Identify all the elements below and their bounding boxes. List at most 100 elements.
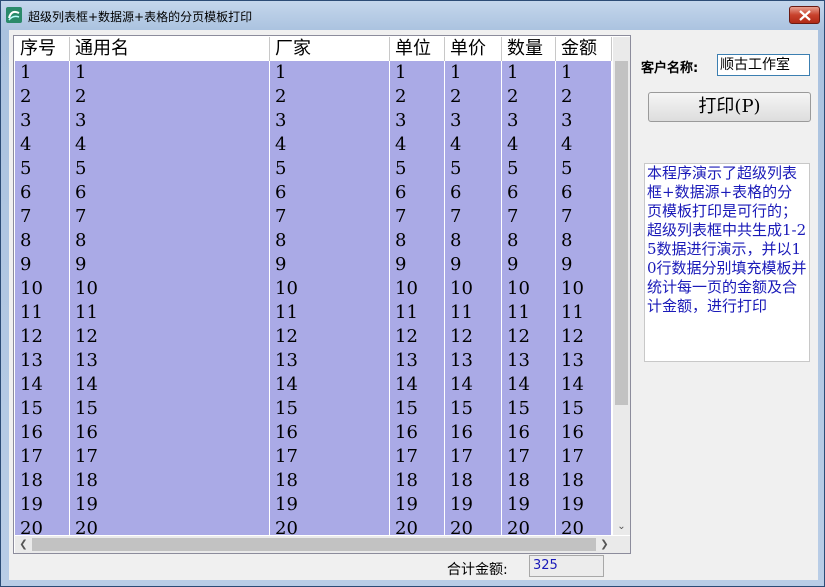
table-cell: 15 xyxy=(70,397,270,421)
table-cell: 4 xyxy=(556,133,612,157)
table-cell: 8 xyxy=(445,229,502,253)
table-cell: 12 xyxy=(390,325,445,349)
table-row[interactable]: 12 12 12 12 12 12 12 xyxy=(15,325,612,349)
table-cell: 13 xyxy=(502,349,556,373)
table-row[interactable]: 11 11 11 11 11 11 11 xyxy=(15,301,612,325)
table-cell: 19 xyxy=(502,493,556,517)
column-header[interactable]: 序号 xyxy=(15,37,70,61)
table-row[interactable]: 2222222 xyxy=(15,85,612,109)
table-cell: 12 xyxy=(445,325,502,349)
table-cell: 19 xyxy=(390,493,445,517)
horizontal-scroll-thumb[interactable] xyxy=(32,538,596,551)
table-cell: 15 xyxy=(270,397,390,421)
table-cell: 1 xyxy=(556,61,612,85)
table-cell: 5 xyxy=(70,157,270,181)
table-cell: 6 xyxy=(70,181,270,205)
description-text: 本程序演示了超级列表框+数据源+表格的分页模板打印是可行的；超级列表框中共生成1… xyxy=(644,163,810,362)
table-cell: 16 xyxy=(15,421,70,445)
table-cell: 10 xyxy=(70,277,270,301)
table-cell: 13 xyxy=(15,349,70,373)
table-cell: 12 xyxy=(270,325,390,349)
table-cell: 2 xyxy=(502,85,556,109)
table-cell: 17 xyxy=(556,445,612,469)
table-row[interactable]: 16 16 16 16 16 16 16 xyxy=(15,421,612,445)
horizontal-scrollbar[interactable]: ❮ ❯ xyxy=(15,536,613,553)
table-row[interactable]: 6666666 xyxy=(15,181,612,205)
table-cell: 17 xyxy=(70,445,270,469)
table-cell: 7 xyxy=(445,205,502,229)
table-cell: 10 xyxy=(390,277,445,301)
table-cell: 3 xyxy=(502,109,556,133)
table-cell: 19 xyxy=(15,493,70,517)
print-button[interactable]: 打印(P) xyxy=(648,92,811,122)
table-cell: 8 xyxy=(556,229,612,253)
column-header[interactable]: 金额 xyxy=(556,37,612,61)
table-row[interactable]: 15 15 15 15 15 15 15 xyxy=(15,397,612,421)
table-row[interactable]: 4444444 xyxy=(15,133,612,157)
table-cell: 1 xyxy=(70,61,270,85)
table-cell: 8 xyxy=(15,229,70,253)
chevron-left-icon[interactable]: ❮ xyxy=(15,536,32,553)
table-cell: 11 xyxy=(15,301,70,325)
table-cell: 11 xyxy=(445,301,502,325)
table-cell: 6 xyxy=(270,181,390,205)
super-list-box[interactable]: 序号 通用名 厂家 单位 单价 数量 金额 111111122222223333333444… xyxy=(13,35,631,554)
table-cell: 6 xyxy=(445,181,502,205)
title-bar[interactable]: 超级列表框+数据源+表格的分页模板打印 xyxy=(1,1,824,30)
table-cell: 2 xyxy=(390,85,445,109)
table-cell: 3 xyxy=(390,109,445,133)
column-header[interactable]: 数量 xyxy=(502,37,556,61)
column-header[interactable]: 单价 xyxy=(445,37,502,61)
table-cell: 4 xyxy=(270,133,390,157)
table-row[interactable]: 17 17 17 17 17 17 17 xyxy=(15,445,612,469)
table-row[interactable]: 7777777 xyxy=(15,205,612,229)
table-cell: 5 xyxy=(502,157,556,181)
table-cell: 20 xyxy=(270,517,390,535)
table-row[interactable]: 10 10 10 10 10 10 10 xyxy=(15,277,612,301)
column-header[interactable]: 单位 xyxy=(390,37,445,61)
table-cell: 10 xyxy=(556,277,612,301)
table-cell: 15 xyxy=(556,397,612,421)
customer-name-input[interactable]: 顺古工作室 xyxy=(717,54,810,76)
table-row[interactable]: 8888888 xyxy=(15,229,612,253)
table-cell: 9 xyxy=(502,253,556,277)
table-row[interactable]: 9999999 xyxy=(15,253,612,277)
table-cell: 18 xyxy=(15,469,70,493)
table-cell: 14 xyxy=(445,373,502,397)
table-row[interactable]: 18 18 18 18 18 18 18 xyxy=(15,469,612,493)
vertical-scrollbar[interactable]: ⌄ xyxy=(613,37,630,535)
table-cell: 5 xyxy=(15,157,70,181)
table-cell: 12 xyxy=(70,325,270,349)
list-header: 序号 通用名 厂家 单位 单价 数量 金额 xyxy=(15,37,612,62)
table-cell: 7 xyxy=(70,205,270,229)
total-amount-value: 325 xyxy=(529,555,604,577)
table-cell: 18 xyxy=(445,469,502,493)
table-cell: 7 xyxy=(390,205,445,229)
chevron-down-icon[interactable]: ⌄ xyxy=(613,518,630,535)
column-header[interactable]: 通用名 xyxy=(70,37,270,61)
table-cell: 15 xyxy=(502,397,556,421)
table-cell: 7 xyxy=(502,205,556,229)
table-row[interactable]: 19 19 19 19 19 19 19 xyxy=(15,493,612,517)
table-row[interactable]: 1111111 xyxy=(15,61,612,85)
table-cell: 14 xyxy=(502,373,556,397)
table-row[interactable]: 20 20 20 20 20 20 20 xyxy=(15,517,612,535)
table-cell: 17 xyxy=(390,445,445,469)
table-cell: 12 xyxy=(502,325,556,349)
column-header[interactable]: 厂家 xyxy=(270,37,390,61)
chevron-right-icon[interactable]: ❯ xyxy=(596,536,613,553)
table-cell: 18 xyxy=(390,469,445,493)
table-row[interactable]: 13 13 13 13 13 13 13 xyxy=(15,349,612,373)
table-row[interactable]: 5555555 xyxy=(15,157,612,181)
table-cell: 13 xyxy=(270,349,390,373)
table-cell: 18 xyxy=(556,469,612,493)
table-cell: 20 xyxy=(70,517,270,535)
table-cell: 19 xyxy=(445,493,502,517)
window-title: 超级列表框+数据源+表格的分页模板打印 xyxy=(28,10,253,24)
table-row[interactable]: 14 14 14 14 14 14 14 xyxy=(15,373,612,397)
table-cell: 5 xyxy=(390,157,445,181)
close-button[interactable] xyxy=(789,6,820,24)
table-cell: 8 xyxy=(270,229,390,253)
table-row[interactable]: 3333333 xyxy=(15,109,612,133)
vertical-scroll-thumb[interactable] xyxy=(615,61,628,405)
